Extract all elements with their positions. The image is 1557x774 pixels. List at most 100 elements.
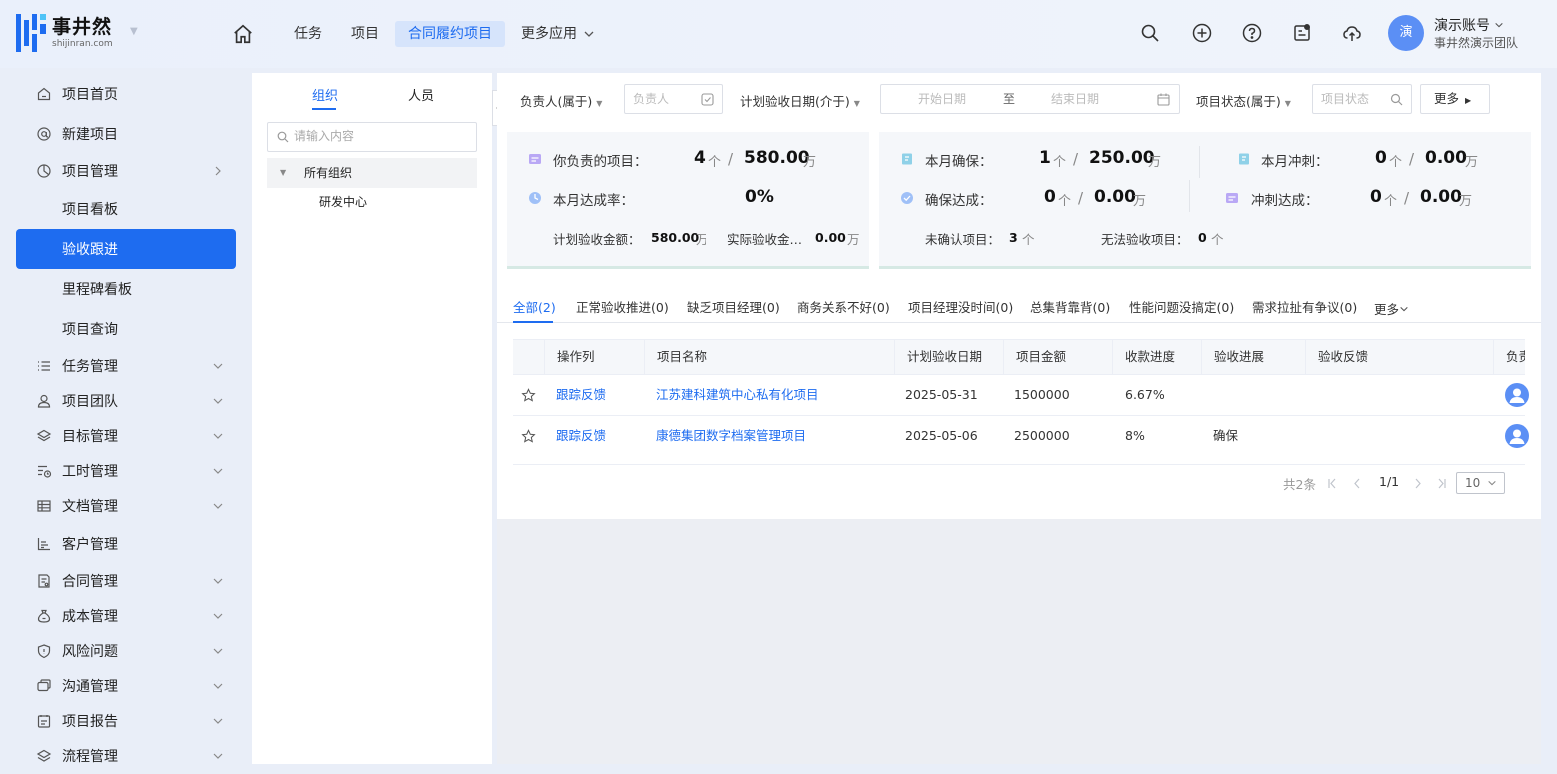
project-name-link[interactable]: 康德集团数字档案管理项目	[656, 426, 806, 446]
tab-back-to-back[interactable]: 总集背靠背(0)	[1030, 297, 1110, 316]
next-page-icon[interactable]	[1412, 478, 1423, 489]
sidebar-item-contract-management[interactable]: 合同管理	[16, 562, 236, 600]
sidebar-item-project-query[interactable]: 项目查询	[16, 310, 236, 348]
prev-page-icon[interactable]	[1352, 478, 1363, 489]
user-avatar-icon[interactable]	[1505, 424, 1529, 448]
last-page-icon[interactable]	[1436, 478, 1447, 489]
sidebar-item-label: 客户管理	[62, 537, 118, 553]
sidebar-item-acceptance-follow[interactable]: 验收跟进	[16, 229, 236, 269]
chevron-down-icon	[1400, 306, 1408, 312]
account-name[interactable]: 演示账号	[1434, 15, 1504, 35]
table-header[interactable]: 收款进度	[1112, 339, 1201, 375]
page-size-select[interactable]: 10	[1456, 472, 1505, 494]
first-page-icon[interactable]	[1327, 478, 1338, 489]
sidebar-item-task-management[interactable]: 任务管理	[16, 347, 236, 385]
tab-requirement-dispute[interactable]: 需求拉扯有争议(0)	[1252, 297, 1357, 316]
tab-performance[interactable]: 性能问题没搞定(0)	[1129, 297, 1234, 316]
table-header[interactable]: 项目金额	[1003, 339, 1112, 375]
table-header[interactable]: 项目名称	[644, 339, 894, 375]
unit-ge: 个	[1053, 155, 1067, 170]
slash-separator: /	[728, 150, 734, 168]
my-projects-count: 4	[694, 148, 706, 168]
tab-underline	[312, 108, 336, 110]
chevron-right-icon	[215, 166, 221, 176]
user-avatar-icon[interactable]	[1505, 383, 1529, 407]
org-tree-root[interactable]: ▼ 所有组织	[267, 158, 477, 188]
avatar[interactable]: 演	[1388, 15, 1424, 51]
org-search-input[interactable]	[294, 129, 469, 143]
sprint-done-count: 0	[1370, 187, 1382, 207]
search-icon[interactable]	[1140, 23, 1160, 43]
table-header[interactable]: 负责	[1493, 339, 1525, 375]
tab-more-label: 更多	[1374, 302, 1400, 317]
sidebar-item-customer-management[interactable]: 客户管理	[16, 525, 236, 563]
table-header[interactable]: 验收反馈	[1305, 339, 1493, 375]
table-header[interactable]: 操作列	[544, 339, 644, 375]
notice-icon[interactable]	[1292, 23, 1312, 43]
sidebar-item-project-team[interactable]: 项目团队	[16, 382, 236, 420]
home-icon[interactable]	[232, 23, 254, 45]
star-icon[interactable]	[521, 429, 536, 444]
at-icon	[37, 127, 51, 141]
unit-ge: 个	[1058, 194, 1072, 209]
sidebar-item-timesheet[interactable]: 工时管理	[16, 452, 236, 490]
plan-date-cell: 2025-05-31	[905, 387, 978, 402]
tab-all[interactable]: 全部(2)	[513, 297, 556, 316]
sidebar-item-project-management[interactable]: 项目管理	[16, 152, 236, 190]
divider	[1189, 180, 1190, 212]
star-icon[interactable]	[521, 388, 536, 403]
filter-project-status[interactable]: 项目状态(属于) ▼	[1196, 91, 1291, 110]
project-name-link[interactable]: 江苏建科建筑中心私有化项目	[656, 385, 819, 405]
sidebar-item-document-management[interactable]: 文档管理	[16, 487, 236, 525]
date-range-input[interactable]: 开始日期 至 结束日期	[880, 84, 1180, 114]
tab-members[interactable]: 人员	[408, 85, 434, 104]
filter-plan-date[interactable]: 计划验收日期(介于) ▼	[740, 91, 860, 110]
org-tree-node[interactable]: 研发中心	[319, 189, 367, 215]
sidebar-item-milestone-board[interactable]: 里程碑看板	[16, 270, 236, 308]
sidebar-item-label: 里程碑看板	[62, 282, 132, 298]
logo-domain: shijinran.com	[52, 39, 113, 49]
add-circle-icon[interactable]	[1192, 23, 1212, 43]
table-header[interactable]: 计划验收日期	[894, 339, 1003, 375]
sidebar-item-project-report[interactable]: 项目报告	[16, 702, 236, 740]
sidebar-item-goal-management[interactable]: 目标管理	[16, 417, 236, 455]
table-header[interactable]: 验收进展	[1201, 339, 1305, 375]
sidebar-item-risk-issues[interactable]: 风险问题	[16, 632, 236, 670]
sidebar-item-project-board[interactable]: 项目看板	[16, 190, 236, 228]
tab-no-pm[interactable]: 缺乏项目经理(0)	[687, 297, 780, 316]
user-icon	[37, 394, 51, 408]
caret-down-icon[interactable]: ▼	[280, 158, 286, 188]
tab-bad-relation[interactable]: 商务关系不好(0)	[797, 297, 890, 316]
sidebar-item-cost-management[interactable]: 成本管理	[16, 597, 236, 635]
tab-normal[interactable]: 正常验收推进(0)	[576, 297, 669, 316]
filter-owner[interactable]: 负责人(属于) ▼	[520, 91, 602, 110]
sidebar-item-project-home[interactable]: 项目首页	[16, 75, 236, 113]
logo[interactable]: 事井然 shijinran.com	[16, 14, 113, 52]
tab-more[interactable]: 更多	[1374, 299, 1409, 318]
help-icon[interactable]	[1242, 23, 1262, 43]
track-feedback-link[interactable]: 跟踪反馈	[556, 385, 606, 405]
sidebar-item-label: 任务管理	[62, 359, 118, 375]
sidebar-item-communication[interactable]: 沟通管理	[16, 667, 236, 705]
owner-input[interactable]: 负责人	[624, 84, 723, 114]
more-filters-button[interactable]: 更多 ▶	[1420, 84, 1490, 114]
sidebar-item-label: 工时管理	[62, 464, 118, 480]
nav-contract-project[interactable]: 合同履约项目	[395, 21, 505, 47]
nav-project[interactable]: 项目	[351, 21, 379, 47]
unable-label: 无法验收项目：	[1101, 232, 1189, 247]
progress-cell: 6.67%	[1125, 387, 1165, 402]
secure-done-label: 确保达成：	[925, 193, 993, 209]
cloud-upload-icon[interactable]	[1342, 23, 1362, 43]
chevron-down-icon	[213, 503, 223, 509]
project-status-input[interactable]: 项目状态	[1312, 84, 1412, 114]
tab-organization[interactable]: 组织	[312, 85, 338, 104]
owner-placeholder: 负责人	[633, 92, 670, 106]
nav-task[interactable]: 任务	[294, 21, 322, 47]
my-projects-amount: 580.00	[744, 148, 810, 168]
nav-more-apps[interactable]: 更多应用	[521, 21, 595, 47]
track-feedback-link[interactable]: 跟踪反馈	[556, 426, 606, 446]
sidebar-item-process-management[interactable]: 流程管理	[16, 737, 236, 774]
caret-down-icon[interactable]: ▼	[130, 26, 138, 37]
tab-pm-no-time[interactable]: 项目经理没时间(0)	[908, 297, 1013, 316]
sidebar-item-new-project[interactable]: 新建项目	[16, 115, 236, 153]
